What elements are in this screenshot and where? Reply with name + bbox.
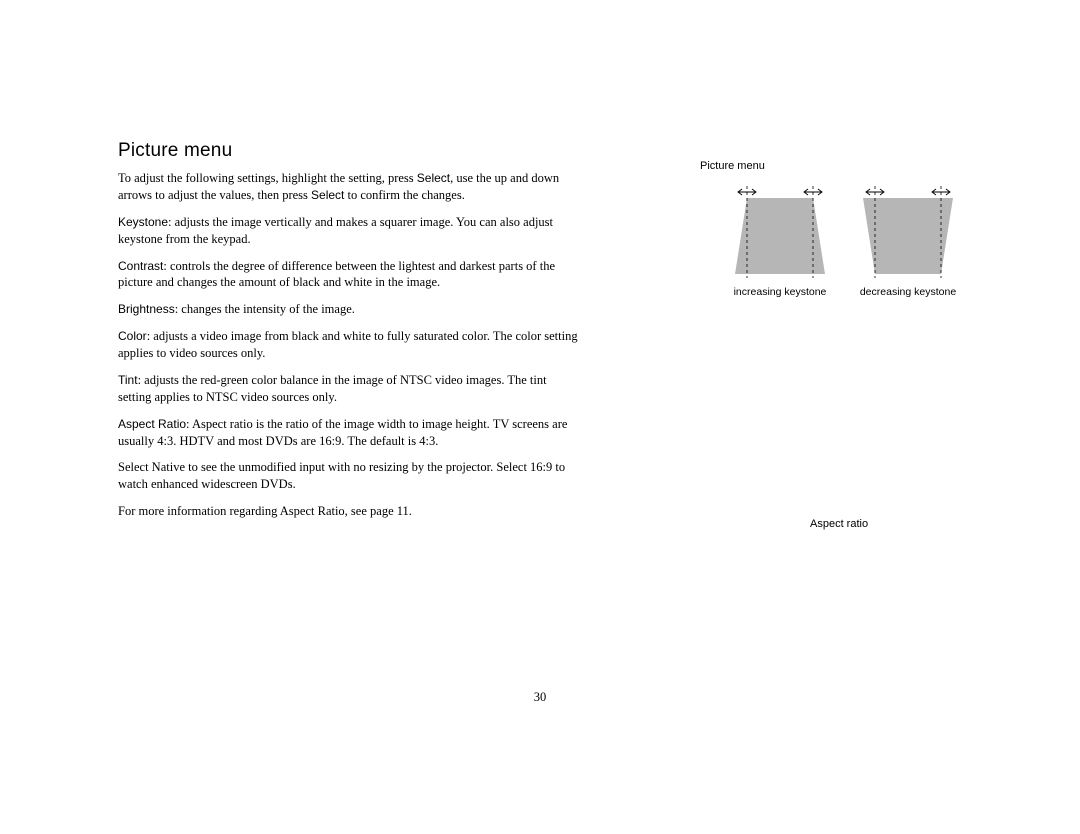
- tint-label: Tint: [118, 373, 138, 387]
- color-paragraph: Color: adjusts a video image from black …: [118, 328, 578, 362]
- color-text: : adjusts a video image from black and w…: [118, 329, 578, 360]
- brightness-label: Brightness: [118, 302, 175, 316]
- right-column: Picture menu: [700, 160, 980, 298]
- contrast-text: : controls the degree of difference betw…: [118, 259, 555, 290]
- contrast-label: Contrast: [118, 259, 163, 273]
- contrast-paragraph: Contrast: controls the degree of differe…: [118, 258, 578, 292]
- intro-suffix: to confirm the changes.: [344, 188, 464, 202]
- more-info-paragraph: For more information regarding Aspect Ra…: [118, 503, 578, 520]
- keystone-paragraph: Keystone: adjusts the image vertically a…: [118, 214, 578, 248]
- figure-title: Picture menu: [700, 160, 980, 172]
- aspect-label: Aspect Ratio: [118, 417, 186, 431]
- intro-paragraph: To adjust the following settings, highli…: [118, 170, 578, 204]
- trapezoid-decreasing-icon: [858, 186, 958, 278]
- tint-text: : adjusts the red-green color balance in…: [118, 373, 547, 404]
- native-paragraph: Select Native to see the unmodified inpu…: [118, 459, 578, 493]
- select-label: Select: [417, 171, 450, 185]
- brightness-text: : changes the intensity of the image.: [175, 302, 355, 316]
- document-page: Picture menu To adjust the following set…: [0, 0, 1080, 834]
- left-column: Picture menu To adjust the following set…: [118, 140, 578, 530]
- aspect-text: : Aspect ratio is the ratio of the image…: [118, 417, 567, 448]
- tint-paragraph: Tint: adjusts the red-green color balanc…: [118, 372, 578, 406]
- trapezoid-increasing-icon: [730, 186, 830, 278]
- page-number: 30: [0, 690, 1080, 705]
- keystone-label: Keystone: [118, 215, 168, 229]
- intro-prefix: To adjust the following settings, highli…: [118, 171, 417, 185]
- decreasing-caption: decreasing keystone: [858, 286, 958, 298]
- keystone-text: : adjusts the image vertically and makes…: [118, 215, 553, 246]
- color-label: Color: [118, 329, 147, 343]
- increasing-caption: increasing keystone: [730, 286, 830, 298]
- increasing-keystone-figure: increasing keystone: [730, 186, 830, 298]
- brightness-paragraph: Brightness: changes the intensity of the…: [118, 301, 578, 318]
- aspect-paragraph: Aspect Ratio: Aspect ratio is the ratio …: [118, 416, 578, 450]
- aspect-ratio-label: Aspect ratio: [810, 518, 868, 530]
- page-title: Picture menu: [118, 140, 578, 162]
- decreasing-keystone-figure: decreasing keystone: [858, 186, 958, 298]
- select-label-2: Select: [311, 188, 344, 202]
- keystone-figures: increasing keystone: [730, 186, 980, 298]
